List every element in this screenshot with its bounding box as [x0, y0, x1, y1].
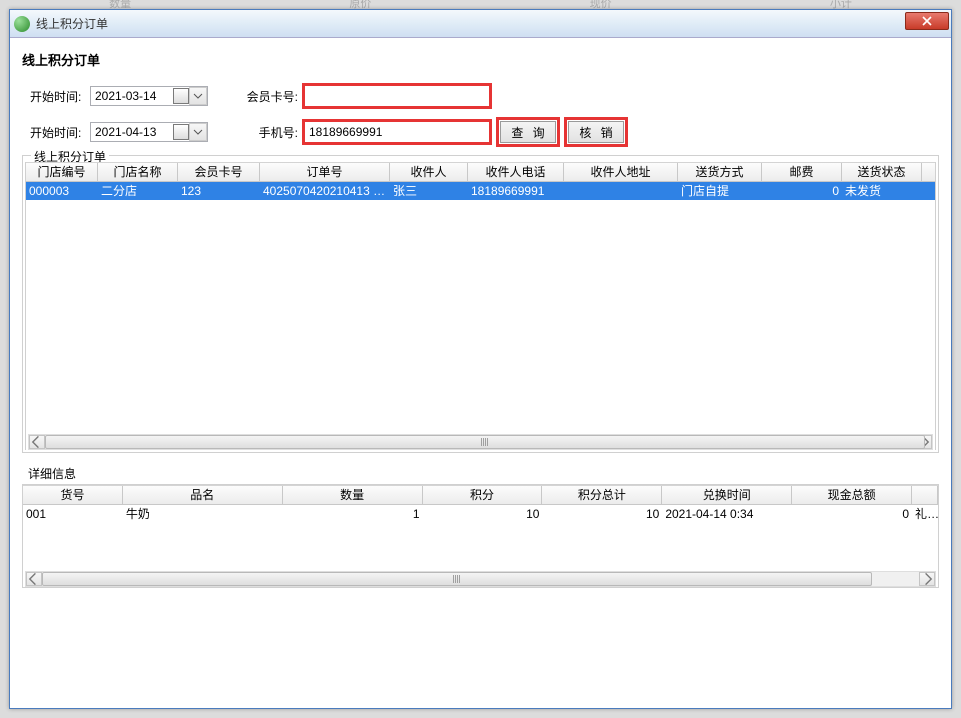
table-cell: 二分店 — [98, 182, 178, 200]
chevron-right-icon — [920, 572, 934, 586]
end-date-value: 2021-04-13 — [95, 125, 156, 139]
chevron-down-icon — [193, 127, 203, 137]
column-header[interactable]: 会员卡号 — [178, 163, 260, 181]
table-cell: 门店自提 — [678, 182, 762, 200]
close-button[interactable] — [905, 12, 949, 30]
titlebar-text: 线上积分订单 — [36, 15, 108, 32]
column-header[interactable]: 兑换时间 — [662, 486, 792, 504]
member-card-input[interactable] — [304, 85, 490, 107]
column-header[interactable]: 货号 — [23, 486, 123, 504]
table-cell: 10 — [423, 505, 543, 523]
main-table-fieldset: 线上积分订单 门店编号门店名称会员卡号订单号收件人收件人电话收件人地址送货方式邮… — [22, 155, 939, 453]
date-dropdown-button[interactable] — [189, 87, 207, 105]
table-cell: 10 — [542, 505, 662, 523]
table-cell: 0 — [762, 182, 842, 200]
column-header[interactable]: 现金总额 — [792, 486, 912, 504]
date-dropdown-button[interactable] — [189, 123, 207, 141]
close-icon — [922, 16, 932, 26]
column-header[interactable]: 门店编号 — [26, 163, 98, 181]
detail-legend: 详细信息 — [22, 465, 939, 482]
column-header[interactable]: 品名 — [123, 486, 283, 504]
table-cell: 1 — [283, 505, 423, 523]
chevron-left-icon — [30, 435, 44, 449]
table-cell: 2021-04-14 0:34 — [662, 505, 792, 523]
end-time-label: 开始时间: — [30, 124, 90, 141]
column-header[interactable]: 送货方式 — [678, 163, 762, 181]
main-table-container: 门店编号门店名称会员卡号订单号收件人收件人电话收件人地址送货方式邮费送货状态 0… — [25, 162, 936, 450]
start-date-value: 2021-03-14 — [95, 89, 156, 103]
column-header[interactable]: 积分 — [423, 486, 543, 504]
table-cell: 001 — [23, 505, 123, 523]
column-header[interactable]: 门店名称 — [98, 163, 178, 181]
table-row[interactable]: 000003二分店1234025070420210413 4...张三18189… — [26, 182, 935, 200]
start-date-input[interactable]: 2021-03-14 — [90, 86, 208, 106]
calendar-icon[interactable] — [173, 124, 189, 140]
table-cell — [564, 182, 678, 200]
table-cell: 0 — [792, 505, 912, 523]
app-icon — [14, 16, 30, 32]
titlebar[interactable]: 线上积分订单 — [10, 10, 951, 38]
table-row[interactable]: 001牛奶110102021-04-14 0:340礼品 — [23, 505, 938, 523]
scroll-left-button[interactable] — [29, 435, 45, 449]
filter-form: 开始时间: 2021-03-14 会员卡号: 开始时间: 2021-04-13 — [22, 83, 939, 145]
table-cell: 张三 — [390, 182, 468, 200]
horizontal-scrollbar[interactable] — [28, 434, 933, 450]
scroll-left-button[interactable] — [26, 572, 42, 586]
column-header[interactable]: 邮费 — [762, 163, 842, 181]
column-header[interactable]: 收件人 — [390, 163, 468, 181]
scroll-track[interactable] — [42, 572, 919, 586]
page-title: 线上积分订单 — [22, 50, 939, 69]
scroll-thumb[interactable] — [42, 572, 872, 586]
content-area: 线上积分订单 开始时间: 2021-03-14 会员卡号: 开始时间: 2 — [10, 38, 951, 600]
column-header[interactable]: 数量 — [283, 486, 423, 504]
member-card-label: 会员卡号: — [244, 88, 298, 105]
calendar-icon[interactable] — [173, 88, 189, 104]
main-window: 线上积分订单 线上积分订单 开始时间: 2021-03-14 会员卡号: — [9, 9, 952, 709]
table-cell: 000003 — [26, 182, 98, 200]
detail-table-header: 货号品名数量积分积分总计兑换时间现金总额 — [23, 485, 938, 505]
scroll-track[interactable] — [45, 435, 916, 449]
main-table-header: 门店编号门店名称会员卡号订单号收件人收件人电话收件人地址送货方式邮费送货状态 — [26, 162, 935, 182]
chevron-left-icon — [27, 572, 41, 586]
column-header[interactable]: 订单号 — [260, 163, 390, 181]
column-header[interactable]: 收件人地址 — [564, 163, 678, 181]
scroll-thumb[interactable] — [45, 435, 925, 449]
verify-button[interactable]: 核 销 — [568, 121, 624, 143]
end-date-input[interactable]: 2021-04-13 — [90, 122, 208, 142]
table-cell: 123 — [178, 182, 260, 200]
table-cell: 4025070420210413 4... — [260, 182, 390, 200]
table-cell: 礼品 — [912, 505, 938, 523]
column-header[interactable]: 收件人电话 — [468, 163, 564, 181]
phone-label: 手机号: — [244, 124, 298, 141]
table-cell: 未发货 — [842, 182, 922, 200]
table-cell: 18189669991 — [468, 182, 564, 200]
query-button[interactable]: 查 询 — [500, 121, 556, 143]
column-header[interactable] — [912, 486, 938, 504]
table-cell: 牛奶 — [123, 505, 283, 523]
detail-table-container: 货号品名数量积分积分总计兑换时间现金总额 001牛奶110102021-04-1… — [22, 484, 939, 588]
scroll-right-button[interactable] — [919, 572, 935, 586]
column-header[interactable]: 送货状态 — [842, 163, 922, 181]
phone-input[interactable] — [304, 121, 490, 143]
column-header[interactable]: 积分总计 — [542, 486, 662, 504]
start-time-label: 开始时间: — [30, 88, 90, 105]
chevron-down-icon — [193, 91, 203, 101]
horizontal-scrollbar[interactable] — [25, 571, 936, 587]
detail-section: 详细信息 货号品名数量积分积分总计兑换时间现金总额 001牛奶110102021… — [22, 465, 939, 588]
